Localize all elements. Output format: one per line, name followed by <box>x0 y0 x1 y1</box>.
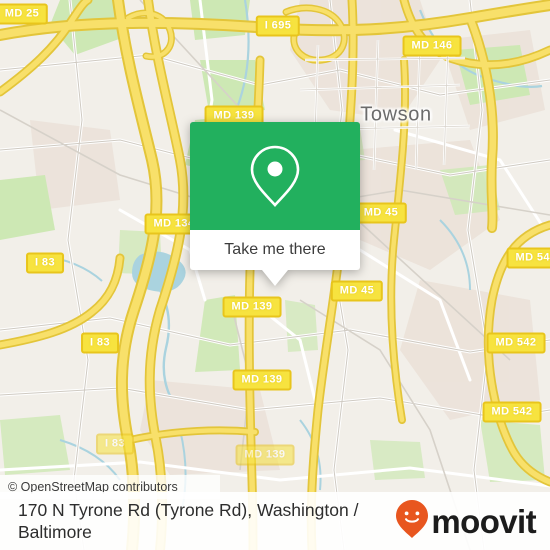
road-shield-md-139: MD 139 <box>222 296 282 318</box>
road-shield-md-146: MD 146 <box>402 35 462 57</box>
road-shield-i-695: I 695 <box>255 15 301 37</box>
footer-bar: 170 N Tyrone Rd (Tyrone Rd), Washington … <box>0 492 550 550</box>
location-popup-card[interactable]: Take me there <box>190 122 360 286</box>
road-shield-md-542: MD 542 <box>486 332 546 354</box>
popup-cta-button[interactable]: Take me there <box>190 230 360 270</box>
road-shield-md-45: MD 45 <box>330 280 384 302</box>
popup-icon-area <box>190 122 360 230</box>
road-shield-md-542: MD 542 <box>482 401 542 423</box>
road-shield-i-83: I 83 <box>26 252 64 274</box>
map-pin-icon <box>249 144 301 208</box>
road-shield-i-83: I 83 <box>81 332 119 354</box>
road-shield-i-83: I 83 <box>96 433 134 455</box>
place-label-towson: Towson <box>360 103 432 126</box>
road-shield-md-45: MD 45 <box>354 202 408 224</box>
road-shield-md-542: MD 542 <box>506 247 550 269</box>
moovit-logo[interactable]: moovit <box>395 499 537 544</box>
popup-cta-label: Take me there <box>224 241 326 258</box>
moovit-smiley-pin-icon <box>395 499 429 544</box>
popup-tail-pointer <box>262 270 288 286</box>
road-shield-md-139: MD 139 <box>235 444 295 466</box>
map-screenshot-root: Towson MD 25 I 695 MD 146 MD 139 MD 134 MD 45… <box>0 0 550 550</box>
road-shield-md-139: MD 139 <box>232 369 292 391</box>
road-shield-md-25: MD 25 <box>0 3 49 25</box>
moovit-wordmark: moovit <box>431 502 536 540</box>
address-label: 170 N Tyrone Rd (Tyrone Rd), Washington … <box>18 500 359 542</box>
